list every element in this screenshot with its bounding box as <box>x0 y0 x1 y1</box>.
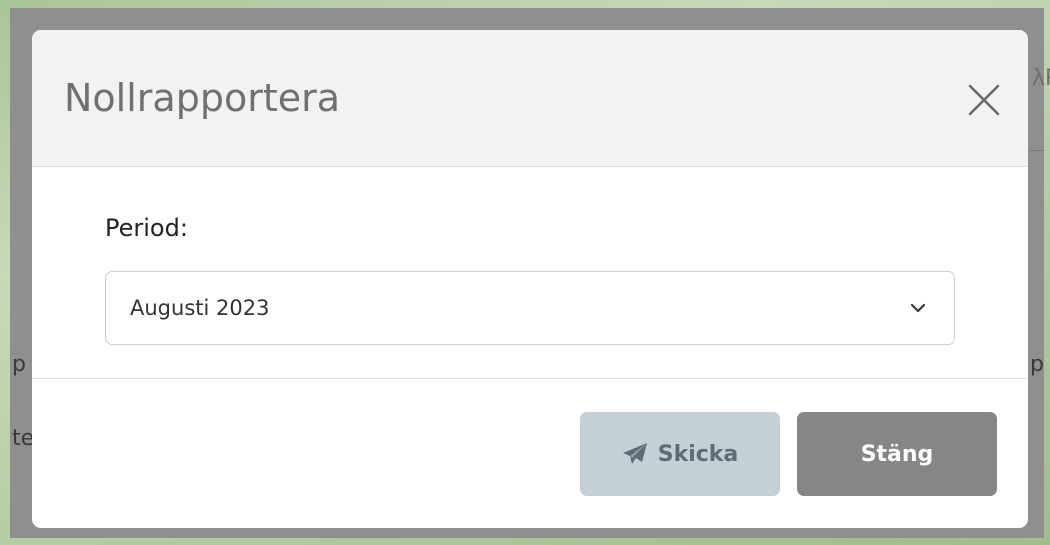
period-select[interactable]: Augusti 2023 <box>105 271 955 345</box>
close-icon <box>968 84 1000 116</box>
dialog-title: Nollrapportera <box>64 76 341 120</box>
close-button-label: Stäng <box>860 441 934 467</box>
background-text-fragment: λP <box>1032 66 1050 91</box>
paper-plane-icon <box>622 443 647 464</box>
nollrapportera-dialog: Nollrapportera Period: Augusti 2023 Skic… <box>32 30 1028 528</box>
chevron-down-icon <box>910 303 926 313</box>
period-selected-value: Augusti 2023 <box>130 296 270 320</box>
background-divider <box>1030 150 1044 151</box>
dialog-body: Period: Augusti 2023 <box>32 167 1028 378</box>
close-dialog-button[interactable] <box>964 80 1004 120</box>
send-button[interactable]: Skicka <box>580 412 780 496</box>
close-button[interactable]: Stäng <box>797 412 997 496</box>
background-text-fragment: p <box>12 352 26 377</box>
background-text-fragment: p <box>1030 352 1044 377</box>
send-button-label: Skicka <box>657 441 739 467</box>
period-label: Period: <box>105 214 188 242</box>
dialog-footer: Skicka Stäng <box>32 378 1028 528</box>
dialog-header: Nollrapportera <box>32 30 1028 167</box>
background-text-fragment: te <box>12 426 35 451</box>
